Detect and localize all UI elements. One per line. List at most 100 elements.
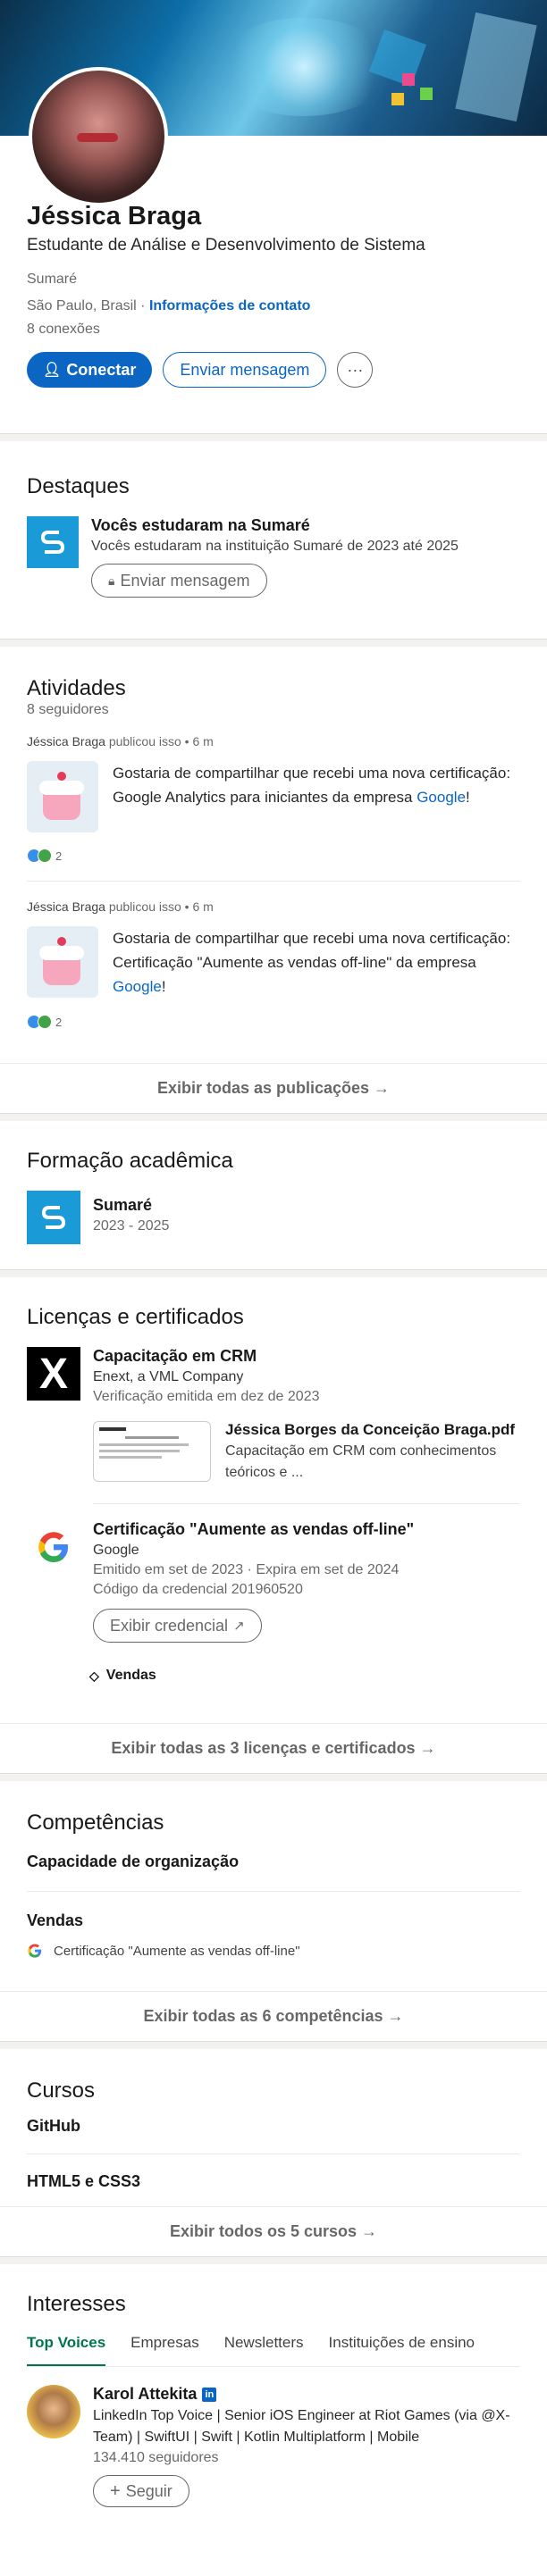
post-reactions[interactable]: 2 <box>27 1015 520 1029</box>
show-all-licenses-link[interactable]: Exibir todas as 3 licenças e certificado… <box>0 1723 547 1773</box>
activity-section: Atividades 8 seguidores Jéssica Braga pu… <box>0 647 547 1114</box>
license-item: Certificação "Aumente as vendas off-line… <box>27 1520 520 1643</box>
avatar[interactable] <box>29 67 168 206</box>
connect-label: Conectar <box>66 360 137 379</box>
location-separator: · <box>136 298 149 314</box>
person-avatar[interactable] <box>27 2385 80 2438</box>
reactions-count: 2 <box>55 1015 63 1029</box>
person-name[interactable]: Karol Attekita <box>93 2385 197 2404</box>
profile-location: São Paulo, Brasil <box>27 298 137 314</box>
post-action: publicou isso • 6 m <box>105 734 214 749</box>
highlight-message-button[interactable]: 🔒︎ Enviar mensagem <box>91 564 267 598</box>
highlight-message-label: Enviar mensagem <box>120 571 250 590</box>
send-message-button[interactable]: Enviar mensagem <box>163 352 327 388</box>
licenses-title: Licenças e certificados <box>27 1305 244 1329</box>
show-all-licenses-label: Exibir todas as 3 licenças e certificado… <box>111 1739 436 1757</box>
follow-button[interactable]: + Seguir <box>93 2475 189 2507</box>
license-issuer: Enext, a VML Company <box>93 1369 244 1384</box>
post-action: publicou isso • 6 m <box>105 899 214 914</box>
tab-top-voices[interactable]: Top Voices <box>27 2321 106 2366</box>
sumare-logo[interactable] <box>27 1191 80 1244</box>
highlight-title: Vocês estudaram na Sumaré <box>91 516 310 534</box>
activity-post[interactable]: Jéssica Braga publicou isso • 6 m Gostar… <box>0 899 547 1029</box>
reactions-count: 2 <box>55 849 63 863</box>
course-item: GitHub <box>27 2117 80 2135</box>
profile-school[interactable]: Sumaré <box>27 272 520 288</box>
person-bio: LinkedIn Top Voice | Senior iOS Engineer… <box>93 2408 510 2445</box>
skill-item[interactable]: Vendas <box>27 1911 520 1930</box>
show-all-courses-link[interactable]: Exibir todos os 5 cursos → <box>0 2206 547 2256</box>
post-meta: Jéssica Braga publicou isso • 6 m <box>27 899 520 914</box>
post-body-end: ! <box>161 978 166 995</box>
license-date: Verificação emitida em dez de 2023 <box>93 1389 320 1404</box>
post-thumbnail[interactable] <box>27 926 98 998</box>
add-person-icon: 👤︎ <box>43 363 62 378</box>
tab-newsletters[interactable]: Newsletters <box>224 2321 304 2366</box>
skill-item[interactable]: Capacidade de organização <box>27 1853 520 1871</box>
person-followers: 134.410 seguidores <box>93 2450 219 2465</box>
diamond-icon: ◇ <box>89 1668 99 1683</box>
plus-icon: + <box>110 2480 121 2501</box>
license-skill[interactable]: ◇ Vendas <box>89 1668 520 1684</box>
more-button[interactable]: ··· <box>337 352 374 388</box>
education-title: Formação acadêmica <box>27 1149 233 1173</box>
followers-count: 8 seguidores <box>27 702 109 717</box>
follow-label: Seguir <box>125 2481 173 2500</box>
celebrate-icon <box>38 1015 52 1029</box>
skills-section: Competências Capacidade de organização V… <box>0 1781 547 2042</box>
google-logo[interactable] <box>27 1520 80 1574</box>
license-item: X Capacitação em CRM Enext, a VML Compan… <box>27 1347 520 1484</box>
google-icon <box>28 1944 42 1958</box>
show-all-skills-link[interactable]: Exibir todas as 6 competências → <box>0 1991 547 2041</box>
post-meta: Jéssica Braga publicou isso • 6 m <box>27 734 520 749</box>
show-credential-button[interactable]: Exibir credencial ↗ <box>93 1609 262 1643</box>
courses-section: Cursos GitHub HTML5 e CSS3 Exibir todos … <box>0 2049 547 2257</box>
show-all-courses-label: Exibir todos os 5 cursos → <box>169 2222 378 2240</box>
interests-tabs: Top Voices Empresas Newsletters Institui… <box>27 2321 520 2367</box>
document-title: Jéssica Borges da Conceição Braga.pdf <box>225 1421 516 1438</box>
license-name: Capacitação em CRM <box>93 1347 257 1365</box>
post-author: Jéssica Braga <box>27 734 105 749</box>
profile-page: Jéssica Braga Estudante de Análise e Des… <box>0 0 547 2576</box>
highlights-title: Destaques <box>27 474 130 498</box>
top-card: Jéssica Braga Estudante de Análise e Des… <box>0 0 547 434</box>
document-desc: Capacitação em CRM com conhecimentos teó… <box>225 1443 497 1480</box>
post-company-link[interactable]: Google <box>113 978 162 995</box>
highlight-desc: Vocês estudaram na instituição Sumaré de… <box>91 539 459 554</box>
skill-source-label: Certificação "Aumente as vendas off-line… <box>54 1943 300 1959</box>
courses-title: Cursos <box>27 2078 96 2103</box>
show-credential-label: Exibir credencial <box>110 1616 229 1635</box>
tab-companies[interactable]: Empresas <box>130 2321 199 2366</box>
lock-icon: 🔒︎ <box>108 573 115 588</box>
license-skill-label: Vendas <box>105 1668 156 1683</box>
more-icon: ··· <box>347 360 364 379</box>
course-item: HTML5 e CSS3 <box>27 2172 141 2190</box>
post-text: Gostaria de compartilhar que recebi uma … <box>113 761 520 832</box>
license-document[interactable]: Jéssica Borges da Conceição Braga.pdf Ca… <box>93 1421 520 1484</box>
activity-post[interactable]: Jéssica Braga publicou isso • 6 m Gostar… <box>0 734 547 863</box>
license-issuer: Google <box>93 1543 139 1558</box>
contact-info-link[interactable]: Informações de contato <box>149 298 310 314</box>
skills-title: Competências <box>27 1811 164 1835</box>
post-thumbnail[interactable] <box>27 761 98 832</box>
document-thumbnail <box>93 1421 211 1482</box>
connections-count[interactable]: 8 conexões <box>27 322 520 338</box>
post-reactions[interactable]: 2 <box>27 849 520 863</box>
skill-source: Certificação "Aumente as vendas off-line… <box>27 1943 520 1959</box>
education-school[interactable]: Sumaré <box>93 1196 169 1215</box>
sumare-logo[interactable] <box>27 516 79 568</box>
location-row: São Paulo, Brasil · Informações de conta… <box>27 298 520 314</box>
connect-button[interactable]: 👤︎ Conectar <box>27 352 153 388</box>
tab-schools[interactable]: Instituições de ensino <box>329 2321 475 2366</box>
education-years: 2023 - 2025 <box>93 1218 170 1234</box>
activity-title: Atividades <box>27 676 126 700</box>
interests-section: Interesses Top Voices Empresas Newslette… <box>0 2264 547 2576</box>
enext-logo[interactable]: X <box>27 1347 80 1401</box>
licenses-section: Licenças e certificados X Capacitação em… <box>0 1277 547 1774</box>
post-company-link[interactable]: Google <box>417 789 466 806</box>
interests-title: Interesses <box>27 2292 126 2316</box>
show-all-posts-link[interactable]: Exibir todas as publicações → <box>0 1063 547 1113</box>
license-name: Certificação "Aumente as vendas off-line… <box>93 1520 415 1538</box>
license-date: Emitido em set de 2023 · Expira em set d… <box>93 1562 400 1577</box>
interest-person: Karol Attekita in LinkedIn Top Voice | S… <box>27 2385 520 2507</box>
